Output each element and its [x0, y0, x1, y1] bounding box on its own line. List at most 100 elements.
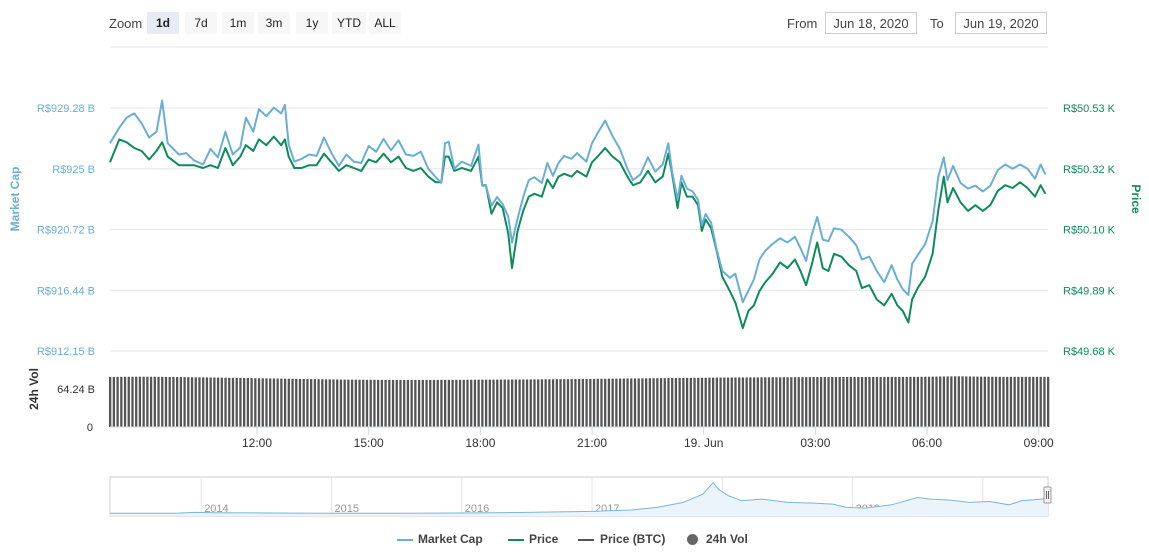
volume-bar — [522, 379, 525, 427]
volume-bar — [604, 378, 607, 427]
volume-bar — [719, 377, 722, 427]
legend-item-market-cap[interactable]: Market Cap — [418, 532, 483, 546]
legend-item-price-btc[interactable]: Price (BTC) — [600, 532, 665, 546]
volume-bar — [511, 379, 514, 427]
volume-bar — [503, 379, 506, 427]
volume-bar — [563, 379, 566, 427]
volume-bar — [693, 377, 696, 427]
volume-bar — [321, 379, 324, 427]
volume-bar — [269, 378, 272, 427]
volume-bar — [440, 379, 443, 427]
volume-bar — [1017, 376, 1020, 427]
volume-bar — [622, 378, 625, 427]
volume-bar — [406, 379, 410, 427]
volume-bar — [350, 379, 354, 427]
volume-bar — [950, 376, 953, 427]
volume-bar — [1013, 376, 1016, 427]
market-cap-axis-ticks: R$929.28 B R$925 B R$920.72 B R$916.44 B R$9… — [37, 103, 95, 358]
volume-bar — [741, 377, 745, 427]
volume-bar — [373, 379, 376, 427]
volume-bar — [257, 378, 261, 427]
volume-bar — [641, 378, 644, 427]
volume-bar — [920, 376, 923, 427]
volume-bar — [414, 379, 417, 427]
volume-bar — [1024, 376, 1027, 427]
volume-bar — [946, 376, 949, 427]
navigator[interactable]: 2014201520162017201820192020 — [109, 476, 1052, 517]
volume-bar — [168, 376, 171, 427]
gridlines — [110, 107, 1048, 352]
legend-marker-price-btc — [578, 539, 594, 541]
volume-bar — [339, 379, 343, 427]
volume-bar — [146, 376, 149, 427]
volume-bar — [793, 377, 797, 427]
volume-bar — [425, 379, 428, 427]
volume-bar — [518, 379, 521, 427]
volume-bar — [745, 377, 748, 427]
time-tick-label: 12:00 — [242, 436, 272, 450]
market-cap-tick-label: R$916.44 B — [37, 285, 95, 297]
volume-bar — [849, 377, 853, 427]
volume-bar — [779, 377, 782, 427]
volume-bar — [492, 379, 495, 427]
volume-bar — [354, 379, 357, 427]
legend-item-24h-vol[interactable]: 24h Vol — [706, 532, 748, 546]
price-tick-label: R$49.89 K — [1063, 285, 1116, 297]
volume-bar — [585, 378, 588, 427]
volume-bar — [287, 378, 290, 427]
volume-bar — [819, 377, 823, 427]
volume-bar — [994, 376, 998, 427]
volume-bar — [388, 379, 391, 427]
volume-bar — [540, 379, 544, 427]
volume-bar — [529, 379, 532, 427]
volume-bar — [265, 378, 268, 427]
volume-bar — [976, 376, 979, 427]
volume-tick-label: 64.24 B — [57, 384, 95, 396]
volume-bar — [939, 376, 942, 427]
volume-bar — [261, 378, 264, 427]
volume-bar — [555, 379, 558, 427]
volume-bar — [149, 376, 153, 427]
volume-bar — [198, 377, 201, 427]
volume-bar — [276, 378, 279, 427]
volume-bar — [894, 376, 897, 427]
volume-bar — [864, 376, 867, 427]
volume-bar — [209, 377, 212, 427]
volume-bar — [470, 379, 473, 427]
volume-bar — [202, 377, 205, 427]
volume-bar — [626, 378, 629, 427]
volume-bar — [831, 377, 834, 427]
volume-bar — [980, 376, 983, 427]
volume-bar — [652, 378, 655, 427]
volume-bar — [726, 377, 730, 427]
volume-bar — [931, 376, 934, 427]
volume-bar — [927, 376, 931, 427]
volume-bar — [559, 379, 562, 427]
volume-bar — [953, 376, 957, 427]
time-tick-label: 18:00 — [465, 436, 495, 450]
volume-bar — [496, 379, 499, 427]
volume-bar — [764, 377, 767, 427]
volume-bar — [935, 376, 938, 427]
volume-bar — [473, 379, 477, 427]
volume-bar — [310, 379, 313, 427]
volume-bar — [738, 377, 741, 427]
volume-bar — [860, 376, 864, 427]
volume-bar — [183, 377, 186, 427]
price-tick-label: R$50.32 K — [1063, 164, 1116, 176]
navigator-handle — [1043, 486, 1052, 504]
volume-bar — [838, 377, 841, 427]
market-chart[interactable]: R$929.28 B R$925 B R$920.72 B R$916.44 B R$9… — [0, 0, 1149, 552]
series-lines — [109, 99, 1047, 330]
volume-bar — [380, 379, 384, 427]
volume-bar — [890, 376, 893, 427]
volume-bar — [682, 377, 685, 427]
volume-bar — [756, 377, 759, 427]
volume-bar — [965, 376, 968, 427]
volume-bar — [805, 377, 808, 427]
volume-bar — [611, 378, 614, 427]
legend-item-price[interactable]: Price — [529, 532, 558, 546]
time-tick-label: 15:00 — [354, 436, 384, 450]
volume-bar — [302, 378, 305, 427]
volume-bar — [544, 379, 547, 427]
